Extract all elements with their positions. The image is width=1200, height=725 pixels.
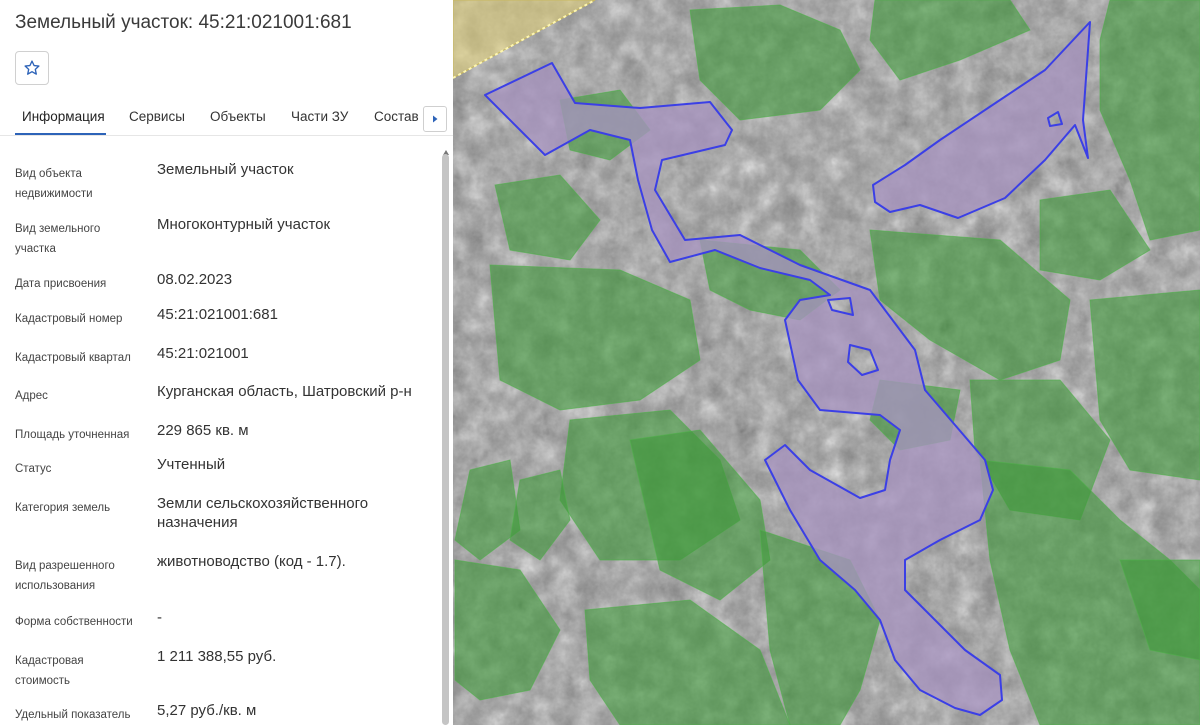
favorite-button[interactable] (15, 51, 49, 85)
tab-composition[interactable]: Состав (374, 109, 419, 124)
info-label: Вид объекта недвижимости (15, 168, 93, 200)
panel-scrollbar[interactable] (442, 142, 450, 725)
page-title: Земельный участок: 45:21:021001:681 (15, 12, 352, 33)
info-value: Многоконтурный участок (157, 216, 331, 233)
info-value: животноводство (код - 1.7). (157, 553, 346, 570)
info-label: Удельный показатель (15, 709, 131, 721)
info-value: 08.02.2023 (157, 271, 233, 288)
info-value: Курганская область, Шатровский р-н (157, 383, 412, 400)
info-value: - (157, 609, 162, 626)
info-label: Кадастровый квартал (15, 352, 131, 364)
info-label: Кадастровая стоимость (15, 655, 84, 687)
info-label: Вид земельного участка (15, 223, 101, 255)
tab-bar: Информация Сервисы Объекты Части ЗУ Сост… (0, 100, 453, 136)
tabs-scroll-right-button[interactable] (423, 106, 447, 132)
scrollbar-thumb[interactable] (442, 154, 449, 725)
tab-services[interactable]: Сервисы (129, 109, 185, 124)
info-value: Земли сельскохозяйственного назначения (157, 495, 369, 531)
tabs-divider (0, 135, 453, 136)
tab-parts[interactable]: Части ЗУ (291, 109, 348, 124)
info-label: Кадастровый номер (15, 313, 123, 325)
info-value: 229 865 кв. м (157, 422, 249, 439)
tab-objects[interactable]: Объекты (210, 109, 266, 124)
info-value: 5,27 руб./кв. м (157, 702, 257, 719)
info-panel: Земельный участок: 45:21:021001:681 Инфо… (0, 0, 454, 725)
info-value: Учтенный (157, 456, 226, 473)
chevron-right-icon (433, 115, 438, 123)
info-label: Дата присвоения (15, 278, 107, 290)
info-label: Форма собственности (15, 616, 133, 628)
info-value: Земельный участок (157, 161, 294, 178)
info-label: Вид разрешенного использования (15, 560, 115, 592)
info-label: Статус (15, 463, 52, 475)
info-label: Площадь уточненная (15, 429, 130, 441)
satellite-map[interactable] (453, 0, 1200, 725)
tab-information[interactable]: Информация (22, 109, 105, 124)
info-value: 1 211 388,55 руб. (157, 648, 277, 665)
info-label: Адрес (15, 390, 48, 402)
info-value: 45:21:021001:681 (157, 306, 278, 323)
info-label: Категория земель (15, 502, 111, 514)
map-view[interactable] (453, 0, 1200, 725)
star-outline-icon (24, 60, 40, 75)
info-value: 45:21:021001 (157, 345, 249, 362)
